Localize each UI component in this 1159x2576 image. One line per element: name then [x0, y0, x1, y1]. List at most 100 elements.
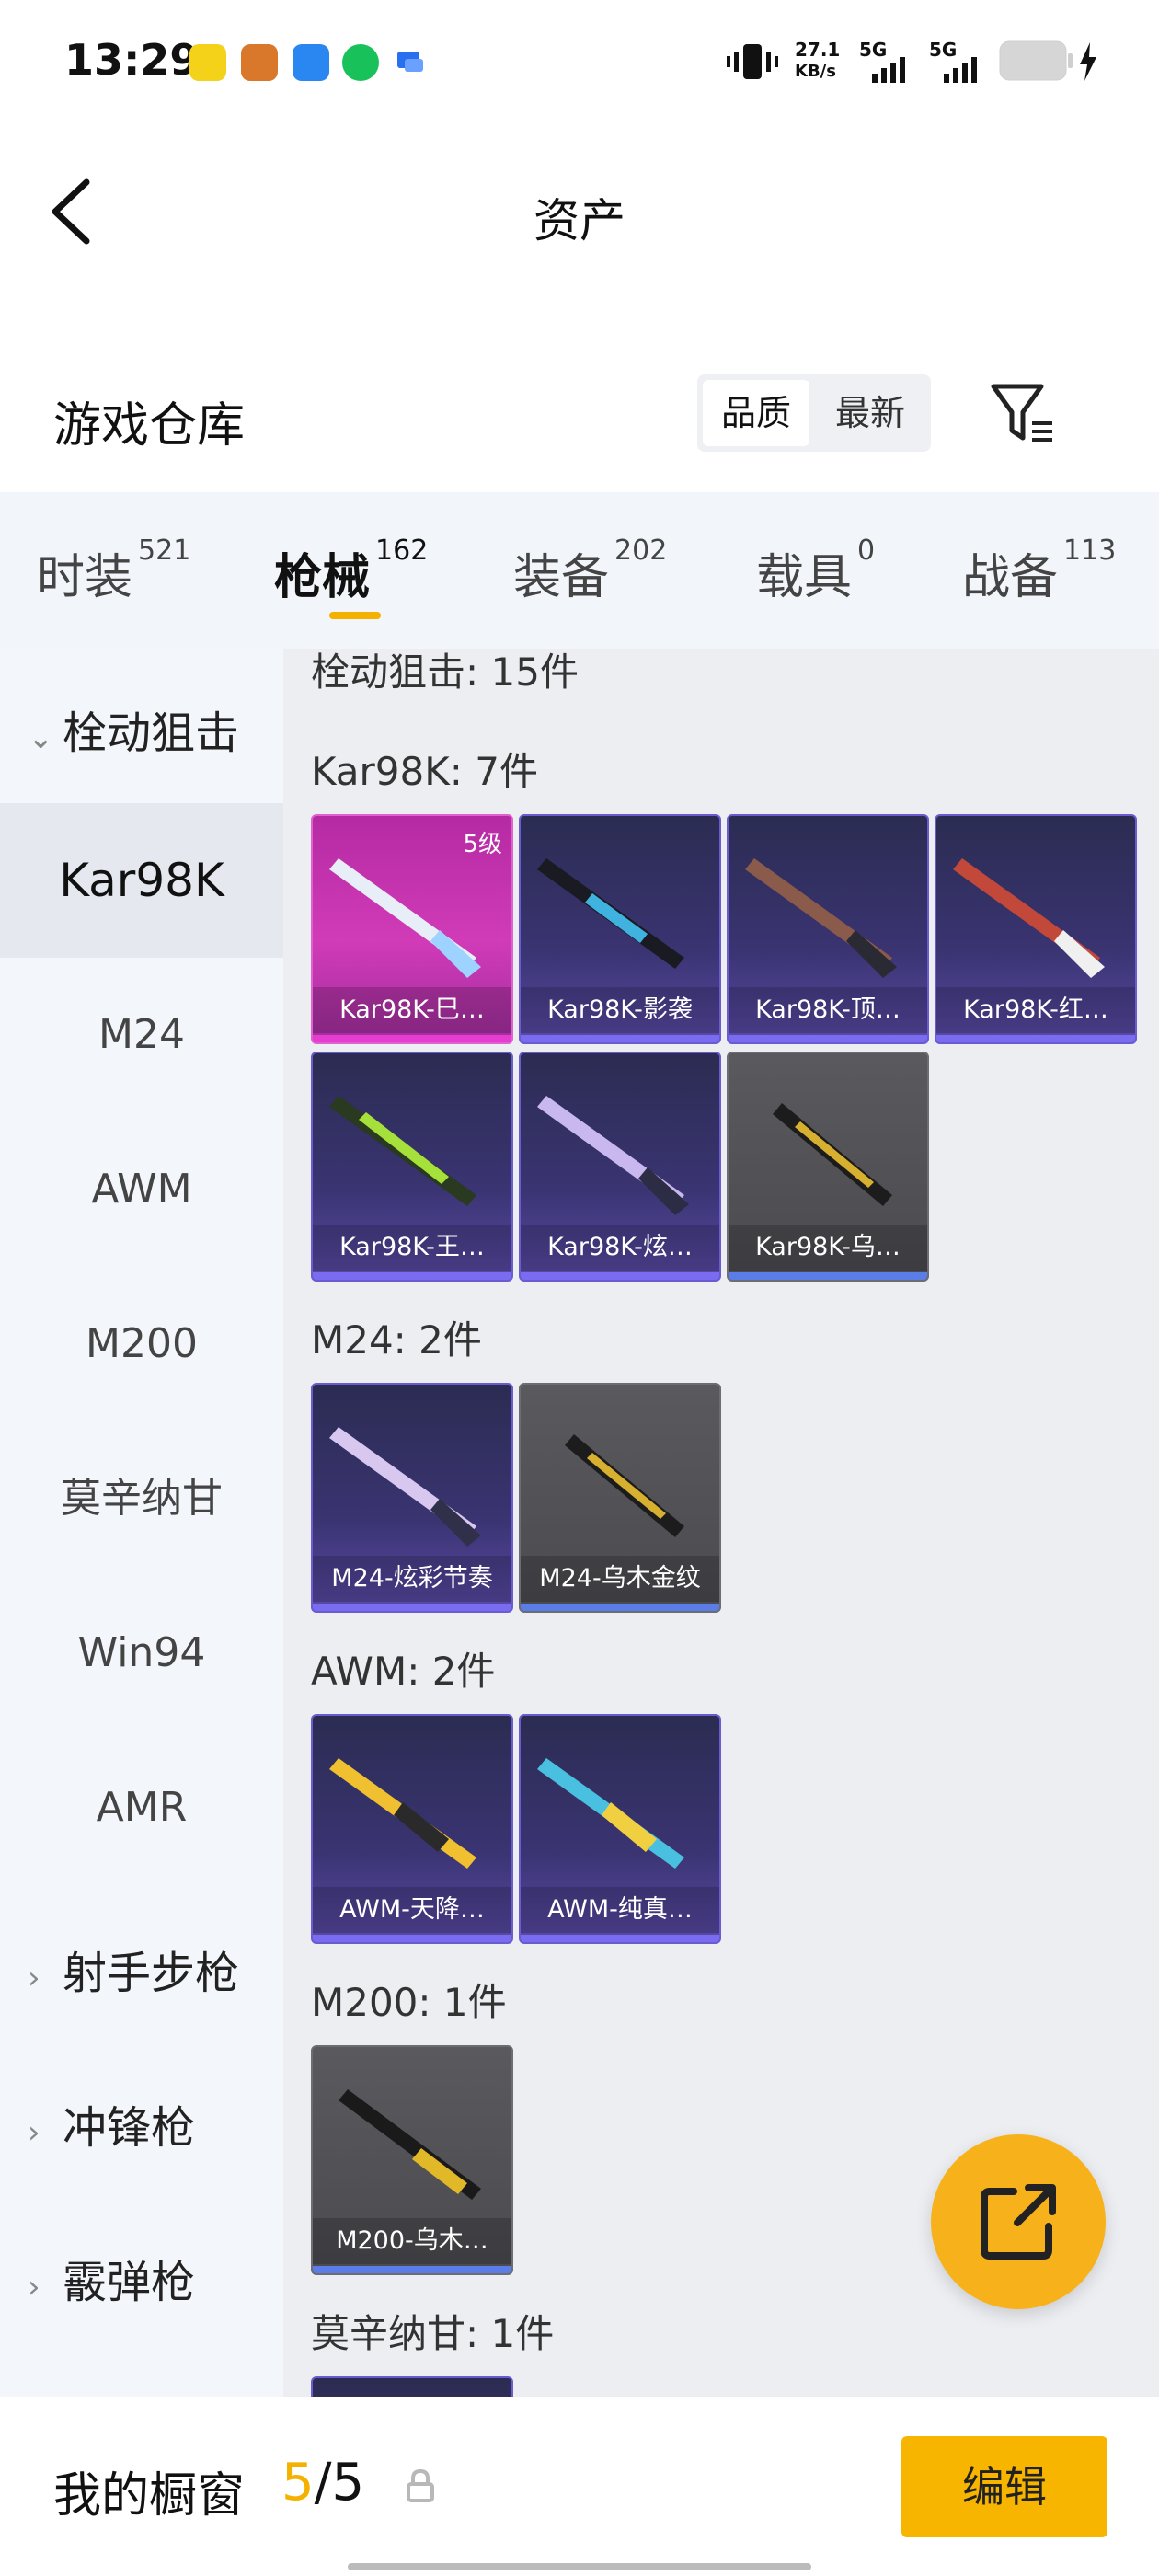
item-card-label: AWM-天降… — [313, 1887, 511, 1933]
tab-equipment[interactable]: 装备 202 — [513, 535, 668, 607]
sidebar-item-win94[interactable]: Win94 — [0, 1576, 283, 1731]
rarity-bar — [729, 1035, 927, 1042]
tab-supplies[interactable]: 战备 113 — [962, 535, 1117, 607]
rarity-bar — [521, 1604, 719, 1611]
sidebar-group-smg[interactable]: › 冲锋枪 — [28, 2091, 195, 2156]
tab-vehicles[interactable]: 载具 0 — [756, 535, 876, 607]
net-speed-unit: KB/s — [795, 62, 836, 81]
sort-quality-option[interactable]: 品质 — [703, 380, 809, 446]
sort-toggle: 品质 最新 — [697, 374, 931, 452]
category-tab-bar: 时装 521 枪械 162 装备 202 载具 0 战备 113 — [0, 492, 1159, 649]
item-card[interactable]: M200-乌木… — [311, 2045, 513, 2275]
tab-fashion[interactable]: 时装 521 — [37, 535, 191, 607]
item-card[interactable]: Kar98K-影袭 — [519, 814, 721, 1044]
rifle-icon — [565, 1434, 684, 1537]
tab-count: 162 — [375, 535, 429, 567]
item-card-label: Kar98K-顶… — [729, 987, 927, 1033]
rifle-icon — [329, 1096, 476, 1206]
sidebar-item-kar98k[interactable]: Kar98K — [0, 803, 283, 958]
item-card[interactable]: Kar98K-炫… — [519, 1052, 721, 1282]
sidebar-group-label: 霰弹枪 — [63, 2257, 196, 2308]
edit-button[interactable]: 编辑 — [901, 2436, 1107, 2537]
rarity-bar — [313, 1935, 511, 1942]
category-total-header: 栓动狙击: 15件 — [311, 650, 579, 695]
sidebar-item-m200[interactable]: M200 — [0, 1267, 283, 1421]
sidebar-group-bolt-action[interactable]: ⌄ 栓动狙击 — [28, 696, 239, 761]
item-card[interactable]: Kar98K-红… — [935, 814, 1137, 1044]
sidebar-group-label: 栓动狙击 — [63, 707, 240, 759]
item-card-label: Kar98K-炫… — [521, 1225, 719, 1271]
level-badge: 5级 — [463, 831, 502, 858]
rarity-bar — [313, 1604, 511, 1611]
sidebar-group-shotgun[interactable]: › 霰弹枪 — [28, 2246, 195, 2310]
tab-count: 113 — [1063, 535, 1117, 567]
sidebar-item-mosin[interactable]: 莫辛纳甘 — [0, 1421, 283, 1576]
rarity-bar — [521, 1935, 719, 1942]
section-title-mosin: 莫辛纳甘: 1件 — [311, 2311, 555, 2356]
chevron-right-icon: › — [28, 2114, 40, 2151]
sidebar-item-awm[interactable]: AWM — [0, 1112, 283, 1267]
showcase-count: 5/5 — [281, 2453, 364, 2513]
item-card-label: M24-乌木金纹 — [521, 1556, 719, 1602]
sidebar-item-m24[interactable]: M24 — [0, 958, 283, 1112]
rifle-icon — [745, 858, 897, 978]
message-notification-icon — [392, 44, 429, 81]
tab-count: 0 — [857, 535, 876, 567]
sidebar-item-amr[interactable]: AMR — [0, 1731, 283, 1885]
status-bar: 13:29 27.1 KB/s 5G 5G — [0, 0, 1159, 129]
rifle-icon — [329, 858, 481, 978]
home-indicator — [348, 2563, 811, 2570]
warehouse-title: 游戏仓库 — [53, 398, 246, 454]
sidebar: ⌄ 栓动狙击 Kar98K M24 AWM M200 莫辛纳甘 Win94 AMR… — [0, 649, 283, 2397]
rarity-bar — [313, 2266, 511, 2273]
item-card[interactable]: AWM-天降… — [311, 1714, 513, 1944]
share-button[interactable] — [931, 2134, 1106, 2309]
sidebar-group-label: 冲锋枪 — [63, 2102, 196, 2154]
filter-button[interactable] — [984, 377, 1067, 451]
signal1-icon — [872, 55, 918, 86]
charging-icon — [1078, 42, 1098, 85]
tab-count: 521 — [138, 535, 191, 567]
showcase-total: /5 — [314, 2453, 365, 2513]
tab-count: 202 — [614, 535, 668, 567]
item-card[interactable]: Kar98K-顶… — [727, 814, 929, 1044]
rarity-bar — [521, 1035, 719, 1042]
share-icon — [981, 2184, 1056, 2260]
wechat-notification-icon — [342, 44, 379, 81]
rifle-icon — [773, 1103, 892, 1206]
tab-label: 装备 — [513, 550, 610, 605]
section-title-awm: AWM: 2件 — [311, 1649, 496, 1694]
item-card[interactable]: Kar98K-乌… — [727, 1052, 929, 1282]
chevron-right-icon: › — [28, 2269, 40, 2306]
chevron-down-icon: ⌄ — [28, 719, 54, 756]
item-card[interactable] — [311, 2376, 513, 2397]
item-card-label: Kar98K-王… — [313, 1225, 511, 1271]
chevron-right-icon: › — [28, 1960, 40, 1996]
net-speed-value: 27.1 — [795, 39, 841, 61]
rifle-icon — [329, 1427, 481, 1547]
rarity-bar — [313, 1272, 511, 1280]
rarity-bar — [313, 1035, 511, 1042]
section-title-kar98k: Kar98K: 7件 — [311, 749, 539, 794]
sort-latest-option[interactable]: 最新 — [815, 380, 925, 446]
item-card-label: AWM-纯真… — [521, 1887, 719, 1933]
vibrate-icon — [727, 40, 778, 86]
rifle-icon — [537, 1096, 689, 1215]
tab-label: 枪械 — [274, 550, 371, 605]
rarity-bar — [521, 1272, 719, 1280]
item-card[interactable]: Kar98K-王… — [311, 1052, 513, 1282]
sidebar-group-marksman[interactable]: › 射手步枪 — [28, 1937, 239, 2001]
sidebar-group-label: 射手步枪 — [63, 1948, 240, 1999]
item-card[interactable]: 5级 Kar98K-巳… — [311, 814, 513, 1044]
item-card-label: Kar98K-乌… — [729, 1225, 927, 1271]
item-card[interactable]: AWM-纯真… — [519, 1714, 721, 1944]
app-notification-icon — [189, 44, 226, 81]
item-card[interactable]: M24-乌木金纹 — [519, 1383, 721, 1613]
tab-firearms[interactable]: 枪械 162 — [274, 535, 429, 607]
item-card[interactable]: M24-炫彩节奏 — [311, 1383, 513, 1613]
rifle-icon — [537, 858, 684, 969]
rifle-icon — [953, 858, 1105, 978]
item-card-label: M24-炫彩节奏 — [313, 1556, 511, 1602]
rarity-bar — [729, 1272, 927, 1280]
filter-icon — [991, 384, 1052, 442]
